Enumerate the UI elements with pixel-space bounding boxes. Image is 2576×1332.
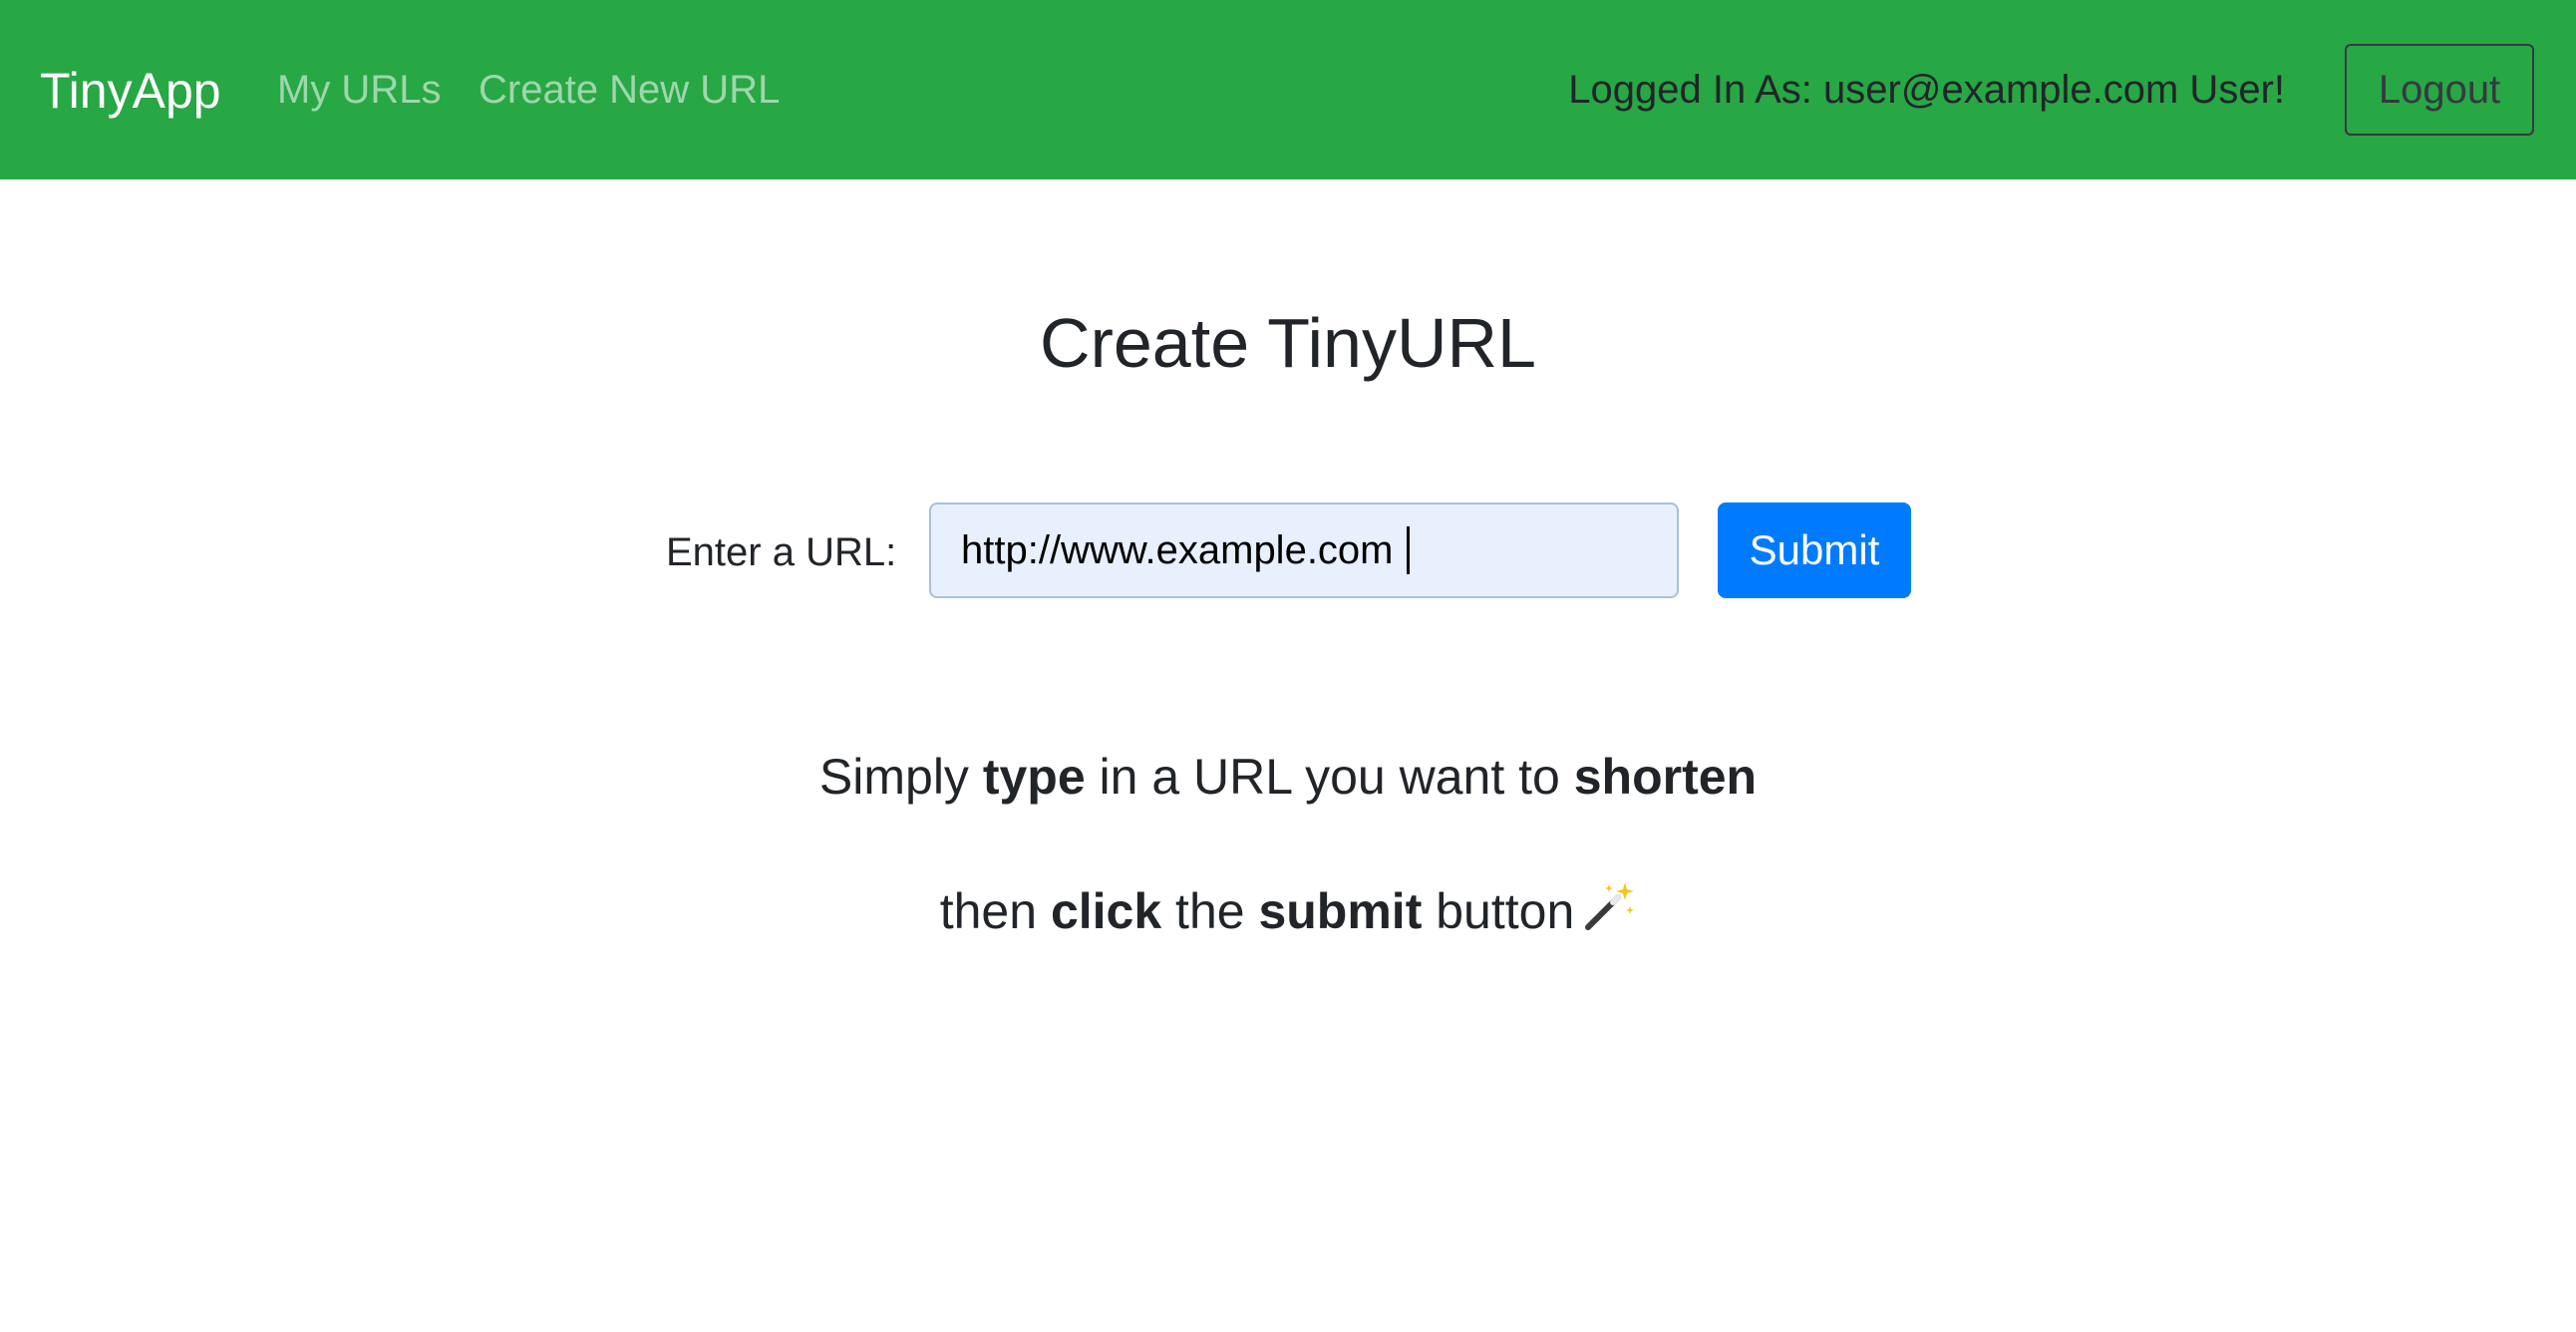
instructions-line-1: Simply type in a URL you want to shorten: [0, 742, 2576, 812]
url-input[interactable]: [929, 502, 1679, 598]
instruction-bold-type: type: [982, 749, 1086, 805]
navbar: TinyApp My URLs Create New URL Logged In…: [0, 0, 2576, 179]
text-caret: [1407, 526, 1410, 574]
instruction-text: then: [939, 883, 1051, 939]
nav-link-create-new-url[interactable]: Create New URL: [479, 62, 780, 118]
instruction-text: the: [1161, 883, 1259, 939]
magic-wand-icon: [1582, 879, 1636, 951]
page-title: Create TinyURL: [1040, 304, 1536, 382]
instruction-bold-click: click: [1050, 883, 1162, 939]
instruction-text: Simply: [818, 749, 983, 805]
submit-button[interactable]: Submit: [1718, 502, 1911, 598]
instruction-bold-shorten: shorten: [1573, 749, 1758, 805]
logout-button[interactable]: Logout: [2345, 44, 2534, 136]
instructions-line-2: then click the submit button: [0, 876, 2576, 951]
brand-logo[interactable]: TinyApp: [40, 58, 221, 124]
logged-in-status: Logged In As: user@example.com User!: [1568, 68, 2285, 112]
instruction-text: in a URL you want to: [1085, 749, 1574, 805]
instruction-text: button: [1422, 883, 1575, 939]
instruction-bold-submit: submit: [1258, 883, 1423, 939]
url-label: Enter a URL:: [666, 530, 897, 574]
nav-link-my-urls[interactable]: My URLs: [277, 62, 441, 118]
